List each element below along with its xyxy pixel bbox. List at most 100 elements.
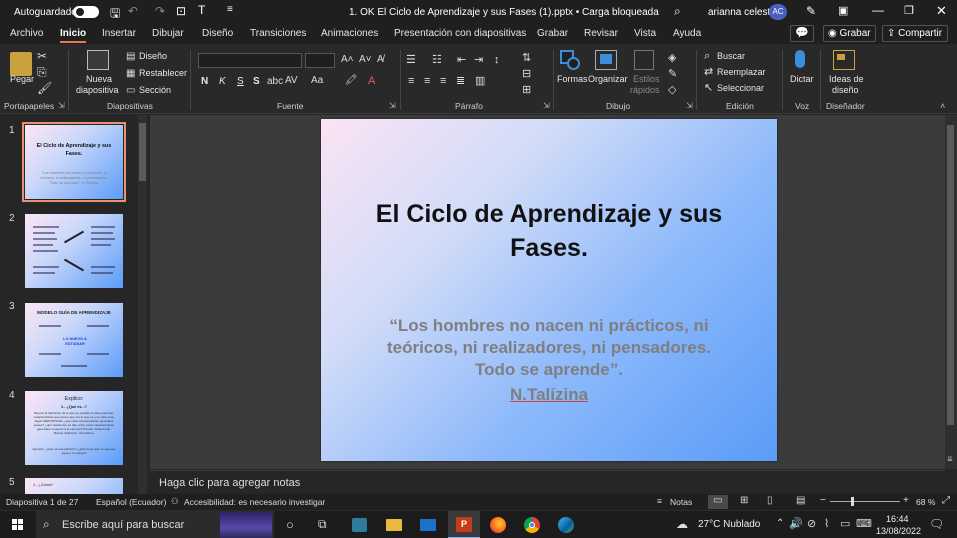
weather-icon[interactable]: ☁ xyxy=(676,517,688,531)
document-title[interactable]: 1. OK El Ciclo de Aprendizaje y sus Fase… xyxy=(349,7,659,18)
share-button[interactable]: ⇪ Compartir xyxy=(882,25,948,42)
undo-icon[interactable]: ↶ xyxy=(128,4,138,18)
clipboard-launcher-icon[interactable]: ⇲ xyxy=(58,101,65,110)
quick-styles-label-2[interactable]: rápidos xyxy=(630,85,660,95)
firefox-icon[interactable] xyxy=(490,517,506,533)
thumbnail-slide-2[interactable] xyxy=(25,214,123,288)
tab-diseno[interactable]: Diseño xyxy=(202,28,233,39)
bold-button[interactable]: N xyxy=(201,76,208,87)
microphone-icon[interactable] xyxy=(795,50,805,68)
line-spacing-icon[interactable]: ↕ xyxy=(494,54,500,66)
slide-author[interactable]: N.Talízina xyxy=(385,385,713,405)
avatar[interactable]: AC xyxy=(769,4,787,20)
minimize-icon[interactable]: — xyxy=(872,3,884,17)
zoom-level[interactable]: 68 % xyxy=(916,497,935,507)
search-icon[interactable]: ⌕ xyxy=(674,4,681,19)
replace-button[interactable]: Reemplazar xyxy=(717,67,766,77)
tab-grabar[interactable]: Grabar xyxy=(537,28,568,39)
restore-icon[interactable]: ❐ xyxy=(904,4,914,17)
font-grow-icon[interactable]: A˄ xyxy=(341,54,354,66)
thumbnail-slide-5[interactable]: 1.- ¿Cómo? xyxy=(25,478,123,494)
new-slide-icon[interactable] xyxy=(87,50,109,70)
section-button[interactable]: Sección xyxy=(139,85,171,95)
align-center-icon[interactable]: ≡ xyxy=(424,75,430,87)
user-name[interactable]: arianna celeste xyxy=(708,7,776,18)
reset-button[interactable]: Restablecer xyxy=(139,68,187,78)
arrange-icon[interactable] xyxy=(595,50,617,70)
highlight-icon[interactable]: 🖍 xyxy=(345,75,358,87)
tab-insertar[interactable]: Insertar xyxy=(102,28,136,39)
new-slide-label-2[interactable]: diapositiva xyxy=(76,85,119,95)
cut-icon[interactable]: ✂ xyxy=(37,50,47,62)
shadow-button[interactable]: S xyxy=(253,76,260,87)
paragraph-launcher-icon[interactable]: ⇲ xyxy=(543,101,550,110)
record-button[interactable]: ◉ Grabar xyxy=(823,25,876,42)
change-case-icon[interactable]: Aa xyxy=(311,75,323,87)
normal-view-button[interactable]: ▭ xyxy=(708,495,728,509)
format-painter-icon[interactable]: 🖌 xyxy=(37,82,52,94)
next-slide-icon[interactable]: ⇊ xyxy=(947,455,953,463)
edge-icon[interactable] xyxy=(558,517,574,533)
tab-animaciones[interactable]: Animaciones xyxy=(321,28,378,39)
text-direction-icon[interactable]: ⇅ xyxy=(522,52,531,64)
pen-icon[interactable]: ✎ xyxy=(806,4,816,18)
file-explorer-icon[interactable] xyxy=(386,519,402,531)
task-view-icon[interactable]: ⧉ xyxy=(318,517,327,532)
justify-icon[interactable]: ≣ xyxy=(456,75,465,87)
close-icon[interactable]: ✕ xyxy=(936,3,947,19)
design-ideas-label-2[interactable]: diseño xyxy=(832,85,859,95)
text-icon[interactable]: T xyxy=(198,3,205,17)
customize-icon[interactable]: ≡ xyxy=(227,4,233,15)
columns-icon[interactable]: ▥ xyxy=(475,75,485,87)
numbering-icon[interactable]: ☷ xyxy=(432,54,442,66)
notes-placeholder[interactable]: Haga clic para agregar notas xyxy=(159,477,300,489)
designer-icon[interactable] xyxy=(833,50,855,70)
align-text-icon[interactable]: ⊟ xyxy=(522,68,531,80)
paste-button[interactable]: Pegar xyxy=(10,74,34,84)
tab-transiciones[interactable]: Transiciones xyxy=(250,28,306,39)
quick-styles-icon[interactable] xyxy=(634,50,654,70)
new-slide-label-1[interactable]: Nueva xyxy=(86,74,112,84)
layout-button[interactable]: Diseño xyxy=(139,51,167,61)
accessibility-status[interactable]: Accesibilidad: es necesario investigar xyxy=(184,497,325,507)
thumbnail-slide-4[interactable]: Explico: 1.- ¿Qué es...? Buscar la defin… xyxy=(25,391,123,465)
smartart-icon[interactable]: ⊞ xyxy=(522,84,531,96)
tab-inicio[interactable]: Inicio xyxy=(60,28,87,43)
taskbar-search-box[interactable]: ⌕ Escribe aquí para buscar xyxy=(36,511,274,538)
clock-time[interactable]: 16:44 xyxy=(886,514,909,524)
tab-dibujar[interactable]: Dibujar xyxy=(152,28,184,39)
network-icon[interactable]: ⌇ xyxy=(824,517,829,530)
autosave-toggle[interactable] xyxy=(73,6,99,18)
dictate-button[interactable]: Dictar xyxy=(790,74,814,84)
increase-indent-icon[interactable]: ⇥ xyxy=(474,54,483,66)
design-ideas-label-1[interactable]: Ideas de xyxy=(829,74,864,84)
align-left-icon[interactable]: ≡ xyxy=(408,75,414,87)
italic-button[interactable]: K xyxy=(219,76,226,87)
char-spacing-icon[interactable]: AV xyxy=(285,75,298,87)
collapse-ribbon-icon[interactable]: ˄ xyxy=(940,101,945,111)
clear-format-icon[interactable]: A̸ xyxy=(377,54,384,66)
align-right-icon[interactable]: ≡ xyxy=(440,75,446,87)
language-status[interactable]: Español (Ecuador) xyxy=(96,497,166,507)
thumbnail-slide-3[interactable]: MODELO GUÍA DE APRENDIZAJE LO NUEVO A ES… xyxy=(25,303,123,377)
battery-icon[interactable]: ▭ xyxy=(840,517,850,530)
shapes-icon[interactable] xyxy=(560,50,580,70)
slide-title[interactable]: El Ciclo de Aprendizaje y sus Fases. xyxy=(361,197,737,265)
slide-quote[interactable]: “Los hombres no nacen ni prácticos, ni t… xyxy=(385,315,713,381)
present-icon[interactable]: ⊡ xyxy=(176,4,186,18)
font-color-icon[interactable]: A xyxy=(368,75,375,87)
arrange-button[interactable]: Organizar xyxy=(588,74,628,84)
fit-slide-icon[interactable]: ⤢ xyxy=(942,495,950,506)
decrease-indent-icon[interactable]: ⇤ xyxy=(457,54,466,66)
notes-toggle[interactable]: Notas xyxy=(670,497,692,507)
paste-icon[interactable] xyxy=(10,52,32,76)
chrome-icon[interactable] xyxy=(524,517,540,533)
quick-styles-label-1[interactable]: Estilos xyxy=(633,74,660,84)
redo-icon[interactable]: ↷ xyxy=(155,4,165,18)
windows-start-icon[interactable] xyxy=(12,519,24,531)
current-slide[interactable]: El Ciclo de Aprendizaje y sus Fases. “Lo… xyxy=(321,119,777,461)
cortana-icon[interactable]: ○ xyxy=(286,517,294,532)
slide-sorter-icon[interactable]: ⊞ xyxy=(740,495,748,506)
zoom-slider-thumb[interactable] xyxy=(851,497,854,506)
clock-date[interactable]: 13/08/2022 xyxy=(876,526,921,536)
